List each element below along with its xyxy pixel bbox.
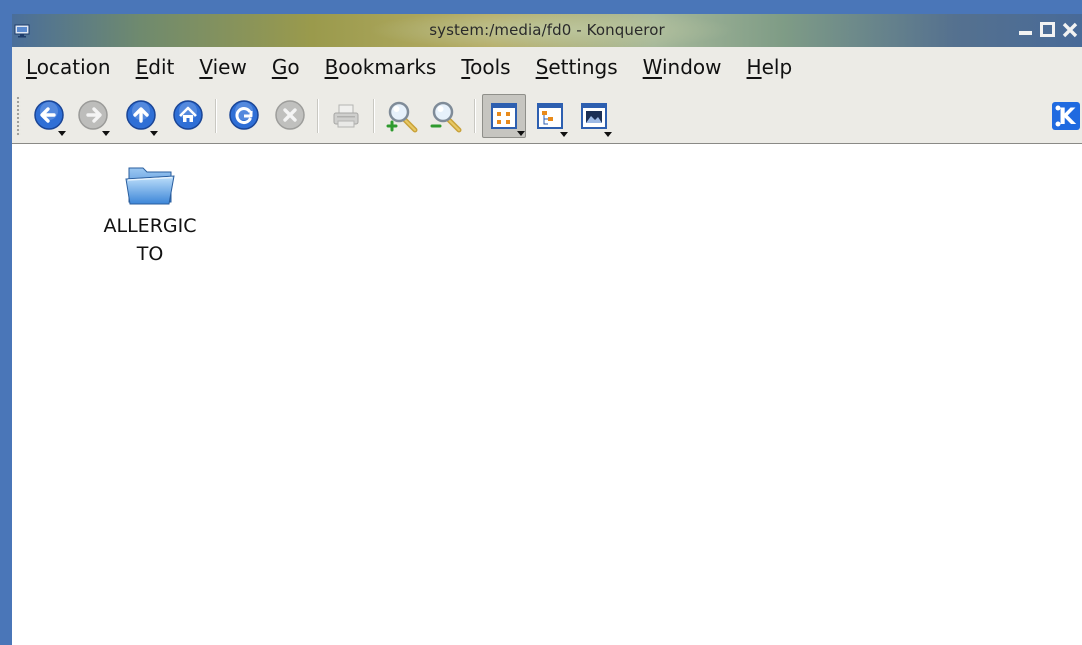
folder-name: ALLERGIC TO	[95, 212, 205, 268]
kde-logo-icon: K	[1052, 102, 1080, 130]
menu-edit-label: dit	[148, 55, 175, 79]
menu-bookmarks[interactable]: Bookmarks	[325, 49, 437, 85]
konqueror-window: system:/media/fd0 - Konqueror Location E…	[12, 14, 1082, 645]
menu-view-mnemonic: V	[199, 55, 213, 79]
up-dropdown-arrow[interactable]	[150, 131, 158, 136]
close-button[interactable]	[1060, 19, 1080, 41]
menu-go-label: o	[287, 55, 300, 79]
menu-window-mnemonic: W	[642, 55, 662, 79]
folder-name-line1: ALLERGIC	[103, 215, 197, 237]
menu-bookmarks-label: ookmarks	[338, 55, 437, 79]
menu-window[interactable]: Window	[643, 49, 722, 85]
icon-view-dropdown-arrow[interactable]	[517, 131, 525, 136]
folder-icon	[125, 167, 175, 205]
toolbar-grip[interactable]	[16, 96, 21, 136]
menu-window-label: indow	[662, 55, 722, 79]
menu-tools[interactable]: Tools	[461, 49, 510, 85]
menu-settings[interactable]: Settings	[536, 49, 618, 85]
menu-tools-label: ools	[470, 55, 511, 79]
menu-bar: Location Edit View Go Bookmarks Tools Se…	[12, 49, 1082, 85]
forward-button[interactable]	[74, 96, 114, 136]
stop-button[interactable]	[270, 96, 310, 136]
folder-item[interactable]: ALLERGIC TO	[90, 160, 210, 268]
zoom-out-icon	[430, 101, 462, 133]
zoom-in-icon	[386, 101, 418, 133]
menu-edit[interactable]: Edit	[136, 49, 175, 85]
file-view[interactable]: ALLERGIC TO	[12, 143, 1082, 645]
back-dropdown-arrow[interactable]	[58, 131, 66, 136]
tree-view-dropdown-arrow[interactable]	[560, 132, 568, 137]
tree-view-icon	[537, 103, 563, 129]
reload-icon	[229, 100, 259, 130]
image-view-dropdown-arrow[interactable]	[604, 132, 612, 137]
tree-view-button[interactable]	[530, 96, 570, 137]
close-icon	[1062, 22, 1078, 38]
toolbar-separator	[474, 99, 476, 133]
folder-name-line2: TO	[136, 243, 164, 265]
menu-go[interactable]: Go	[272, 49, 300, 85]
menu-edit-mnemonic: E	[135, 55, 149, 79]
maximize-button[interactable]	[1038, 19, 1058, 41]
toolbar-separator	[215, 99, 217, 133]
back-arrow-icon	[34, 100, 64, 130]
menu-location-label: ocation	[36, 55, 111, 79]
stop-icon	[275, 100, 305, 130]
minimize-button[interactable]	[1016, 19, 1036, 41]
up-arrow-icon	[126, 100, 156, 130]
kde-logo[interactable]: K	[1048, 96, 1082, 136]
home-icon	[173, 100, 203, 130]
menu-view-label: iew	[212, 55, 247, 79]
minimize-icon	[1019, 31, 1032, 35]
image-view-icon	[581, 103, 607, 129]
menu-tools-mnemonic: T	[461, 55, 471, 79]
home-button[interactable]	[168, 96, 208, 136]
maximize-icon	[1040, 22, 1055, 37]
menu-help[interactable]: Help	[747, 49, 793, 85]
icon-view-icon	[491, 103, 517, 129]
menu-help-label: elp	[761, 55, 793, 79]
back-button[interactable]	[30, 96, 70, 136]
menu-location[interactable]: Location	[26, 49, 111, 85]
printer-icon	[333, 104, 359, 128]
menu-view[interactable]: View	[199, 49, 246, 85]
reload-button[interactable]	[224, 96, 264, 136]
toolbar-separator	[373, 99, 375, 133]
menu-bookmarks-mnemonic: B	[324, 55, 339, 79]
toolbar-separator	[317, 99, 319, 133]
svg-text:K: K	[1058, 105, 1076, 130]
image-view-button[interactable]	[574, 96, 614, 137]
up-button[interactable]	[122, 96, 162, 136]
menu-help-mnemonic: H	[746, 55, 762, 79]
title-bar[interactable]: system:/media/fd0 - Konqueror	[12, 14, 1082, 47]
forward-arrow-icon	[78, 100, 108, 130]
menu-settings-mnemonic: S	[535, 55, 549, 79]
window-title: system:/media/fd0 - Konqueror	[429, 21, 665, 39]
icon-view-button[interactable]	[482, 94, 526, 138]
zoom-out-button[interactable]	[426, 96, 466, 136]
menu-settings-label: ettings	[548, 55, 618, 79]
zoom-in-button[interactable]	[382, 96, 422, 136]
menu-go-mnemonic: G	[271, 55, 288, 79]
main-toolbar: K	[12, 90, 1082, 142]
menu-location-mnemonic: L	[26, 55, 37, 79]
forward-dropdown-arrow[interactable]	[102, 131, 110, 136]
print-button[interactable]	[326, 96, 366, 136]
